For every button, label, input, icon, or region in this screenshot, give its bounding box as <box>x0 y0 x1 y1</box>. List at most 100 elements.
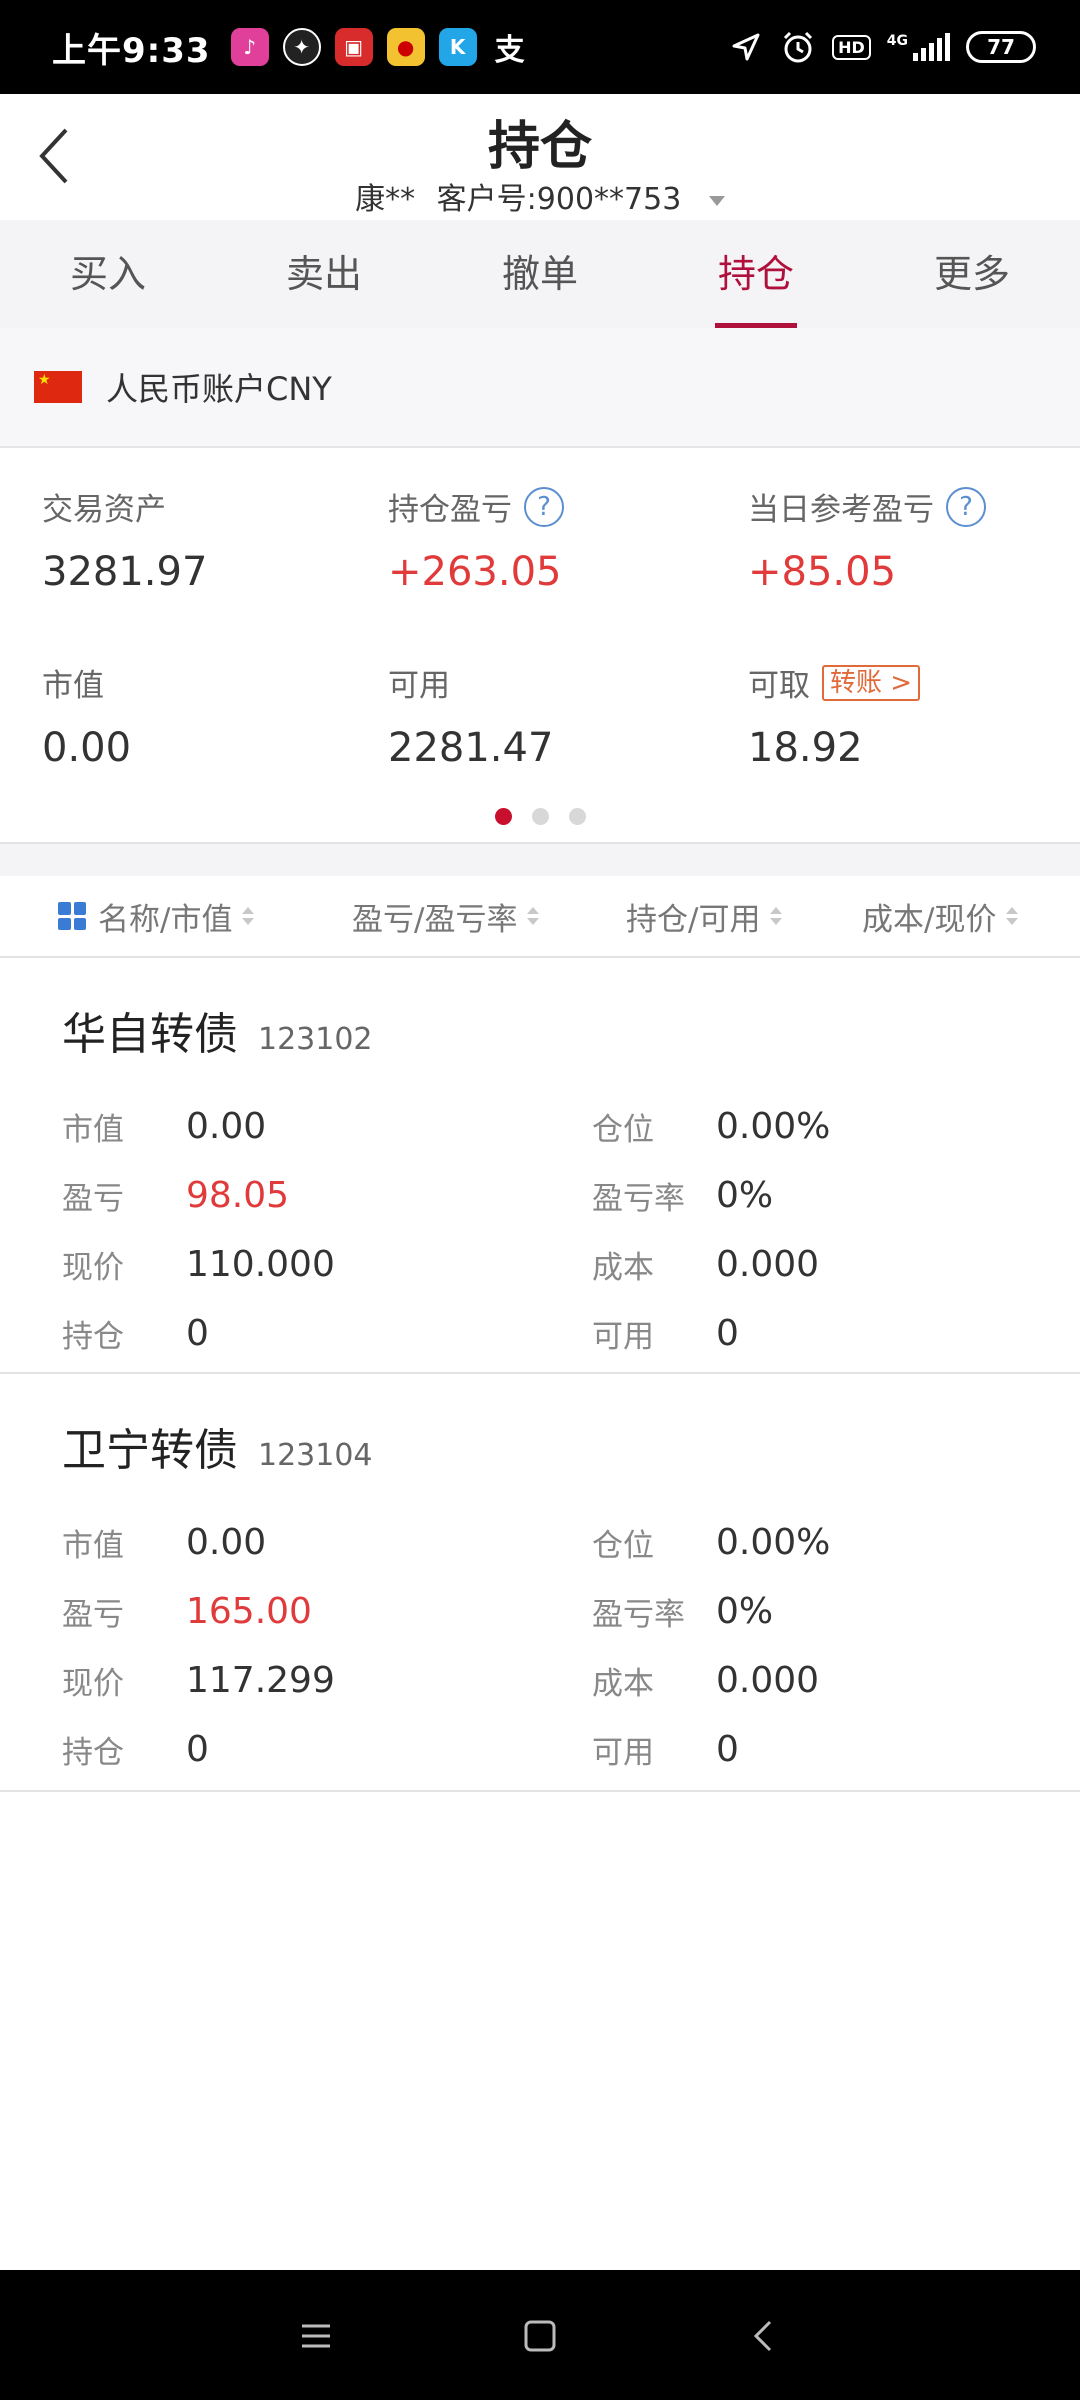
field-label: 盈亏 <box>62 1181 124 1217</box>
available-value: 2281.47 <box>388 725 554 771</box>
field-label: 市值 <box>62 1112 124 1148</box>
tab-cancel[interactable]: 撤单 <box>432 220 648 328</box>
field-label: 仓位 <box>592 1528 654 1564</box>
battery-level: 77 <box>987 35 1015 59</box>
app-icon-4: ● <box>386 28 425 66</box>
market-value-value: 0.00 <box>42 725 132 771</box>
app-icon-3: ▣ <box>334 28 373 66</box>
location-icon <box>728 29 764 65</box>
hd-icon: HD <box>832 34 871 60</box>
sort-arrows-icon <box>242 907 255 925</box>
field-label: 可用 <box>592 1319 654 1355</box>
sort-pnl-rate[interactable]: 盈亏/盈亏率 <box>352 894 540 939</box>
status-bar: 上午9:33 ♪ ✦ ▣ ● K 支 HD 4G 77 <box>0 0 1080 94</box>
field-label: 盈亏率 <box>592 1181 685 1217</box>
field-value: 110.000 <box>186 1244 335 1285</box>
menu-button[interactable] <box>286 2306 346 2366</box>
position-code: 123102 <box>258 1022 373 1057</box>
trade-tabs: 买入 卖出 撤单 持仓 更多 <box>0 220 1080 328</box>
field-label: 成本 <box>592 1250 654 1286</box>
page-dot <box>531 808 549 825</box>
field-pnl: 盈亏 98.05 <box>62 1173 289 1218</box>
sort-col-label: 成本/现价 <box>862 901 997 938</box>
field-market-value: 市值 0.00 <box>62 1104 266 1149</box>
account-selector[interactable]: 康** 客户号:900**753 <box>0 174 1080 218</box>
kugou-icon: K <box>438 28 477 66</box>
nav-back-button[interactable] <box>734 2306 794 2366</box>
divider <box>0 842 1080 876</box>
tab-sell[interactable]: 卖出 <box>216 220 432 328</box>
field-value: 0.000 <box>716 1244 820 1285</box>
available-funds: 可用 2281.47 <box>388 660 553 771</box>
sort-arrows-icon <box>1006 907 1019 925</box>
signal-icon: 4G <box>887 33 950 61</box>
tiktok-icon: ♪ <box>230 28 269 66</box>
tab-position[interactable]: 持仓 <box>648 220 864 328</box>
app-icon-2: ✦ <box>282 28 321 66</box>
header: 持仓 康** 客户号:900**753 <box>0 94 1080 220</box>
field-value: 0.00 <box>186 1522 267 1563</box>
page-dot <box>494 808 512 825</box>
field-price: 现价 110.000 <box>62 1242 335 1287</box>
field-label: 持仓 <box>62 1735 124 1771</box>
status-time: 上午9:33 <box>52 30 211 71</box>
daily-pnl: 当日参考盈亏 ? +85.05 <box>748 484 986 595</box>
field-label: 市值 <box>62 1528 124 1564</box>
field-value: 0.00 <box>186 1106 267 1147</box>
position-title: 华自转债 123102 <box>62 998 373 1062</box>
page-dot <box>568 808 586 825</box>
field-position-ratio: 仓位 0.00% <box>592 1104 830 1149</box>
position-pnl-value: +263.05 <box>388 549 562 595</box>
market-value: 市值 0.00 <box>42 660 131 771</box>
asset-summary[interactable]: 交易资产 3281.97 持仓盈亏 ? +263.05 当日参考盈亏 ? +85… <box>0 450 1080 842</box>
position-card[interactable]: 卫宁转债 123104 市值 0.00 仓位 0.00% 盈亏 165.00 盈… <box>0 1374 1080 1792</box>
caret-down-icon <box>708 195 725 206</box>
field-label: 现价 <box>62 1666 124 1702</box>
field-holding: 持仓 0 <box>62 1727 209 1772</box>
field-available: 可用 0 <box>592 1727 739 1772</box>
notification-icons: ♪ ✦ ▣ ● K 支 <box>230 28 529 68</box>
help-icon[interactable]: ? <box>524 486 564 527</box>
field-cost: 成本 0.000 <box>592 1242 819 1287</box>
menu-icon <box>302 2324 330 2348</box>
sort-name-market-value[interactable]: 名称/市值 <box>58 894 255 939</box>
field-value: 0 <box>716 1729 739 1770</box>
position-card[interactable]: 华自转债 123102 市值 0.00 仓位 0.00% 盈亏 98.05 盈亏… <box>0 958 1080 1374</box>
sort-col-label: 盈亏/盈亏率 <box>352 901 518 938</box>
tab-more[interactable]: 更多 <box>864 220 1080 328</box>
daily-pnl-value: +85.05 <box>748 549 897 595</box>
field-cost: 成本 0.000 <box>592 1658 819 1703</box>
field-value: 0 <box>716 1313 739 1354</box>
home-button[interactable] <box>510 2306 570 2366</box>
field-pnl: 盈亏 165.00 <box>62 1589 312 1634</box>
sort-holding-available[interactable]: 持仓/可用 <box>626 894 783 939</box>
sort-col-label: 持仓/可用 <box>626 901 761 938</box>
field-value: 0.000 <box>716 1660 820 1701</box>
field-value: 165.00 <box>186 1591 312 1632</box>
field-value: 0 <box>186 1729 209 1770</box>
field-label: 现价 <box>62 1250 124 1286</box>
trade-assets-value: 3281.97 <box>42 549 208 595</box>
account-currency-bar: ★ 人民币账户CNY <box>0 328 1080 448</box>
transfer-button[interactable]: 转账 > <box>822 664 921 701</box>
field-label: 盈亏率 <box>592 1597 685 1633</box>
account-currency-label: 人民币账户CNY <box>106 370 332 408</box>
sort-arrows-icon <box>527 907 540 925</box>
field-value: 0 <box>186 1313 209 1354</box>
field-value: 0% <box>716 1175 774 1216</box>
withdrawable-value: 18.92 <box>748 725 863 771</box>
market-value-label: 市值 <box>42 668 104 704</box>
battery-icon: 77 <box>966 31 1036 63</box>
tab-buy[interactable]: 买入 <box>0 220 216 328</box>
daily-pnl-label: 当日参考盈亏 <box>748 492 934 528</box>
field-label: 盈亏 <box>62 1597 124 1633</box>
field-value: 98.05 <box>186 1175 290 1216</box>
help-icon[interactable]: ? <box>946 486 986 527</box>
system-status: HD 4G 77 <box>728 29 1036 65</box>
grid-view-icon[interactable] <box>58 902 86 930</box>
sort-cost-price[interactable]: 成本/现价 <box>862 894 1019 939</box>
sort-col-label: 名称/市值 <box>98 901 233 938</box>
field-label: 可用 <box>592 1735 654 1771</box>
withdrawable-funds: 可取 转账 > 18.92 <box>748 660 921 771</box>
position-name: 卫宁转债 <box>62 1425 238 1476</box>
